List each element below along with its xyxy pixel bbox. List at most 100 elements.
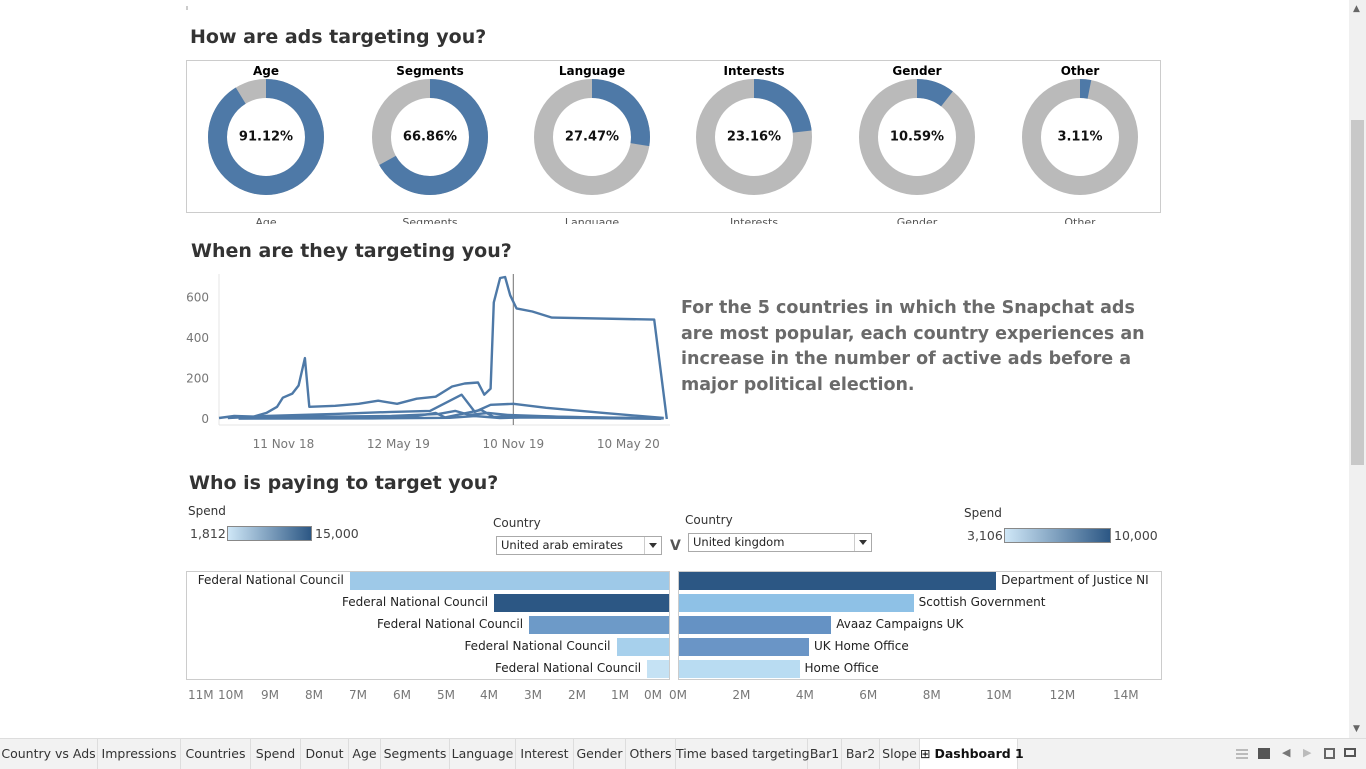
chevron-down-icon[interactable] [854, 534, 871, 551]
right-axis-tick: 8M [922, 688, 941, 702]
spend-legend-right-max: 10,000 [1114, 528, 1158, 543]
left-axis-tick: 11M [188, 688, 214, 702]
right-bar-label: Avaaz Campaigns UK [836, 617, 964, 631]
spend-legend-right-ramp [1004, 528, 1111, 543]
left-bar-label: Federal National Council [342, 595, 489, 609]
country-filter-right[interactable]: United kingdom [688, 533, 872, 552]
right-axis-tick: 10M [986, 688, 1012, 702]
presentation-icon[interactable] [1344, 748, 1356, 757]
spend-legend-left-title: Spend [188, 504, 226, 518]
country-filter-left-label: Country [493, 516, 541, 530]
sheet-tab-label: Segments [383, 746, 447, 761]
left-axis-tick: 9M [261, 688, 279, 702]
donut-axis-label: Other [1064, 216, 1096, 224]
left-axis-tick: 2M [568, 688, 586, 702]
sheet-tab[interactable]: ⊞ Dashboard 1 [920, 739, 1024, 769]
donut-percent-label: 3.11% [1057, 129, 1103, 145]
donut-percent-label: 66.86% [402, 129, 458, 145]
vertical-scrollbar[interactable]: ▲ ▼ [1349, 0, 1366, 738]
country-filter-right-value: United kingdom [693, 535, 785, 549]
donut-percent-label: 10.59% [889, 129, 945, 145]
sheet-tab-label: Slope [882, 746, 917, 761]
donut-axis-label: Interests [729, 216, 779, 224]
top-divider [186, 6, 188, 10]
spend-legend-left-max: 15,000 [315, 526, 359, 541]
time-section-title: When are they targeting you? [191, 240, 512, 262]
left-bar-label: Federal National Council [376, 617, 524, 631]
sheet-tab-label: Gender [576, 746, 623, 761]
insight-note: For the 5 countries in which the Snapcha… [681, 298, 1145, 395]
sheet-tab[interactable]: Impressions [98, 739, 181, 769]
right-bar [679, 572, 997, 590]
donut-percent-label: 91.12% [238, 129, 294, 145]
prev-sheet-icon[interactable]: ◀ [1282, 746, 1290, 759]
next-sheet-icon[interactable]: ▶ [1303, 746, 1311, 759]
sheet-tab[interactable]: Interest [516, 739, 574, 769]
sheet-tab[interactable]: Bar2 [842, 739, 880, 769]
spend-legend-right-title: Spend [964, 506, 1002, 520]
series-line [227, 393, 664, 420]
left-axis-tick: 0M [644, 688, 662, 702]
sheet-tab-label: Others [629, 746, 672, 761]
sheet-tab[interactable]: Slope [880, 739, 920, 769]
right-axis-tick: 4M [795, 688, 814, 702]
left-bar [616, 638, 669, 656]
donut-percent-label: 23.16% [726, 129, 782, 145]
y-tick-label: 400 [186, 331, 209, 345]
sheet-tab[interactable]: Countries [181, 739, 251, 769]
country-filter-left-value: United arab emirates [501, 538, 624, 552]
country-filter-left[interactable]: United arab emirates [496, 536, 662, 555]
sheet-tab[interactable]: Gender [574, 739, 626, 769]
show-filmstrip-icon[interactable] [1236, 749, 1248, 759]
sheet-tab[interactable]: Spend [251, 739, 301, 769]
donut-axis-label: Gender [896, 216, 938, 224]
left-axis-tick: 7M [349, 688, 367, 702]
scroll-up-icon[interactable]: ▲ [1353, 4, 1360, 14]
sheet-tab-label: Dashboard 1 [934, 746, 1024, 761]
line-chart: 0 200 400 600 11 Nov 18 12 May 19 10 Nov 19 10 … [186, 274, 670, 451]
sheet-tab-label: Time based targeting [676, 746, 810, 761]
left-axis-tick: 10M [218, 688, 244, 702]
sheet-tab-label: Interest [520, 746, 569, 761]
sheet-tab-label: Impressions [101, 746, 177, 761]
sheet-tab-label: Countries [185, 746, 246, 761]
sheet-tab[interactable]: Age [349, 739, 381, 769]
scroll-down-icon[interactable]: ▼ [1353, 724, 1360, 734]
sheet-tab-label: Spend [255, 746, 296, 761]
spend-legend-left-ramp [227, 526, 312, 541]
sheet-tab[interactable]: Language [450, 739, 516, 769]
chevron-down-icon[interactable] [644, 537, 661, 554]
sheet-tab[interactable]: Donut [301, 739, 349, 769]
sheet-tab[interactable]: Country vs Ads [0, 739, 98, 769]
right-axis-tick: 6M [859, 688, 878, 702]
left-axis-tick: 6M [393, 688, 411, 702]
y-tick-label: 600 [186, 290, 209, 304]
right-bar-label: UK Home Office [814, 639, 909, 653]
sheet-tabs: Country vs Ads Impressions Countries Spend D… [0, 738, 1366, 769]
left-axis-tick: 8M [305, 688, 323, 702]
dashboard-icon: ⊞ [920, 746, 935, 761]
sheet-tab-label: Bar2 [845, 746, 876, 761]
fullscreen-icon[interactable] [1324, 748, 1335, 759]
sheet-tab[interactable]: Others [626, 739, 676, 769]
y-tick-label: 200 [186, 371, 209, 385]
scroll-thumb[interactable] [1351, 120, 1364, 465]
left-axis-tick: 4M [480, 688, 498, 702]
spend-legend-left-min: 1,812 [190, 526, 226, 541]
left-bar-label: Federal National Council [197, 573, 344, 587]
donut-axis-label: Language [564, 216, 620, 224]
left-bar-label: Federal National Council [464, 639, 611, 653]
right-axis-tick: 2M [732, 688, 751, 702]
y-tick-label: 0 [201, 412, 209, 426]
right-bar [679, 616, 832, 634]
sheet-tab[interactable]: Time based targeting [676, 739, 810, 769]
ads-section-title: How are ads targeting you? [190, 26, 487, 48]
sheet-tab-label: Country vs Ads [1, 746, 96, 761]
donut-axis-label: Age [255, 216, 277, 224]
sheet-tab[interactable]: Bar1 [808, 739, 842, 769]
sheet-tab[interactable]: Segments [381, 739, 450, 769]
right-axis-tick: 14M [1113, 688, 1139, 702]
series-line [218, 275, 668, 420]
show-grid-icon[interactable] [1258, 748, 1270, 759]
spend-legend-right-min: 3,106 [967, 528, 1003, 543]
